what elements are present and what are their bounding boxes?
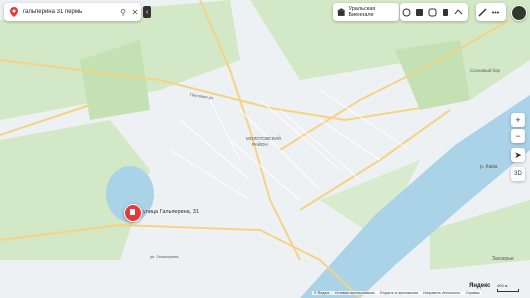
svg-text:ул. Гальперина: ул. Гальперина — [150, 254, 179, 259]
search-bar[interactable]: гальперина 31 пермь ⚲ ✕ — [4, 3, 141, 21]
collapse-panel-button[interactable]: ‹ — [143, 6, 151, 18]
bus-icon[interactable] — [439, 6, 452, 19]
svg-text:р. Кама: р. Кама — [480, 164, 498, 170]
location-pin-icon — [10, 7, 18, 17]
svg-text:Заозерье: Заозерье — [492, 256, 514, 262]
clear-icon[interactable]: ✕ — [129, 6, 141, 18]
user-avatar[interactable] — [511, 5, 527, 21]
footer-item[interactable]: Условия использования — [335, 291, 375, 295]
museum-icon — [337, 7, 346, 16]
poi-label[interactable]: улица Гальперина, 31 — [143, 209, 199, 215]
zoom-in-button[interactable]: + — [511, 113, 525, 127]
footer-item[interactable]: Открыть в приложении — [380, 291, 418, 295]
traffic-icon[interactable] — [426, 6, 439, 19]
transport-icon[interactable] — [413, 6, 426, 19]
more-icon[interactable] — [489, 6, 502, 19]
layers-icon[interactable] — [400, 6, 413, 19]
zoom-out-button[interactable]: − — [511, 129, 525, 143]
footer-item[interactable]: Исправить неточность — [423, 291, 460, 295]
map-tools-extra — [476, 3, 506, 21]
map-tools — [400, 3, 468, 21]
panorama-icon[interactable] — [452, 6, 465, 19]
ruler-icon[interactable] — [476, 6, 489, 19]
svg-text:РАЙОН: РАЙОН — [252, 140, 268, 147]
search-icon[interactable]: ⚲ — [117, 6, 129, 18]
location-marker[interactable] — [124, 204, 142, 222]
route-chip[interactable]: Уральская Биеннале — [333, 3, 399, 21]
map-canvas[interactable]: МОЛОТОВСКИЙ РАЙОН р. Кама Заозерье Сосно… — [0, 0, 530, 298]
search-input[interactable]: гальперина 31 пермь — [23, 9, 117, 15]
3d-button[interactable]: 3D — [511, 167, 525, 181]
scale-bar: 400 м — [497, 283, 519, 292]
svg-text:Сосновый бор: Сосновый бор — [470, 67, 500, 73]
yandex-logo: Яндекс — [469, 283, 491, 289]
footer-item[interactable]: Справка — [465, 291, 479, 295]
scale-label: 400 м — [497, 283, 508, 288]
svg-text:МОЛОТОВСКИЙ: МОЛОТОВСКИЙ — [246, 134, 281, 141]
geolocation-icon[interactable]: ➤ — [511, 148, 525, 162]
footer-item[interactable]: © Яндекс — [314, 291, 330, 295]
route-chip-label: Уральская Биеннале — [348, 6, 376, 18]
footer: © Яндекс Условия использования Открыть в… — [312, 291, 482, 295]
